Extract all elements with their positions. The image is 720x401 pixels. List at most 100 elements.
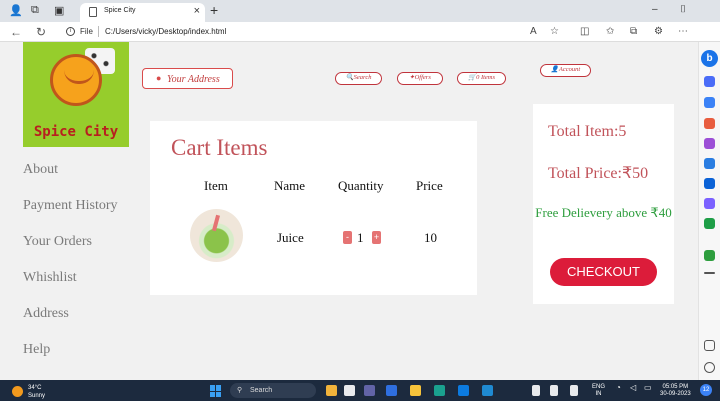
taskbar-search[interactable]: ⚲ Search (230, 383, 316, 398)
edge-browser-icon[interactable] (434, 385, 445, 396)
edge-icon[interactable] (458, 385, 469, 396)
temperature: 34°C (28, 385, 42, 391)
split-view-icon[interactable] (704, 340, 715, 351)
minimize-button[interactable]: – (652, 4, 658, 15)
language-indicator[interactable]: ENG IN (592, 384, 605, 398)
sidebar-item-whishlist[interactable]: Whishlist (23, 270, 77, 286)
clock[interactable]: 05:05 PM 30-09-2023 (660, 384, 691, 398)
refresh-icon[interactable]: ↻ (36, 25, 46, 39)
info-icon[interactable]: i (66, 27, 75, 36)
battery-icon[interactable]: ▭ (644, 384, 652, 392)
extension-icon[interactable]: ⚙ (654, 26, 663, 37)
drop-icon[interactable] (704, 218, 715, 229)
offers-label: Offers (414, 74, 431, 81)
language: ENG (592, 384, 606, 390)
column-header-item: Item (204, 178, 228, 193)
magnifier-icon: ⚲ (237, 387, 243, 394)
settings-gear-icon[interactable] (704, 362, 715, 373)
cart-panel: Cart Items Item Name Quantity Price Juic… (150, 121, 477, 295)
back-arrow-icon[interactable]: ← (10, 25, 22, 39)
region: IN (595, 391, 602, 397)
microsoft-365-icon[interactable] (704, 158, 715, 169)
date: 30-09-2023 (660, 391, 691, 397)
address-button[interactable]: ● Your Address (142, 68, 233, 89)
taskbar: 34°C Sunny ⚲ Search ENG IN ◔ ◁ ▭ 05:05 P… (0, 380, 720, 401)
address-separator (98, 26, 99, 37)
add-icon[interactable] (704, 272, 715, 274)
file-explorer-icon[interactable] (410, 385, 421, 396)
logo-mascot (50, 54, 102, 106)
logo[interactable]: Spice City (23, 42, 129, 147)
sun-icon[interactable] (12, 386, 23, 397)
order-summary: Total Item:5 Total Price:₹50 Free Deliev… (533, 104, 674, 304)
shopping-icon[interactable] (704, 97, 715, 108)
search-icon[interactable] (704, 76, 715, 87)
column-header-quantity: Quantity (338, 178, 384, 193)
outlook-icon[interactable] (704, 178, 715, 189)
profile-icon[interactable]: 👤 (9, 4, 23, 17)
edge-sidebar: b (698, 42, 720, 380)
collections-icon[interactable]: ⧉ (31, 4, 39, 17)
tree-icon[interactable] (704, 250, 715, 261)
games-icon[interactable] (704, 138, 715, 149)
new-tab-button[interactable]: + (210, 2, 218, 18)
browser-tab-bar: 👤 ⧉ ▣ Spice City × + – ⌷ (0, 0, 720, 22)
windows-start-icon[interactable] (210, 385, 222, 397)
split-screen-icon[interactable]: ◫ (580, 26, 589, 37)
collections-toolbar-icon[interactable]: ⧉ (630, 26, 637, 37)
vscode-icon[interactable] (482, 385, 493, 396)
weather-widget[interactable]: 34°C Sunny (28, 384, 45, 400)
tray-extra-icon[interactable] (550, 385, 558, 396)
wifi-icon[interactable]: ◔ (616, 384, 621, 392)
taskbar-search-label: Search (250, 387, 273, 394)
cart-title: Cart Items (171, 135, 268, 160)
designer-icon[interactable] (704, 198, 715, 209)
sidebar-item-about[interactable]: About (23, 162, 58, 178)
weather-condition: Sunny (28, 393, 46, 399)
items-label: 0 Items (476, 74, 496, 81)
address-bar: ← ↻ i File C:/Users/vicky/Desktop/index.… (0, 22, 720, 42)
juice-straw (211, 214, 221, 232)
url-text[interactable]: C:/Users/vicky/Desktop/index.html (105, 27, 226, 36)
close-tab-icon[interactable]: × (194, 5, 200, 17)
time: 05:05 PM (662, 384, 689, 390)
bing-icon[interactable]: b (701, 50, 718, 67)
volume-icon[interactable]: ◁ (630, 384, 636, 392)
tab-actions-icon[interactable]: ▣ (54, 4, 64, 17)
total-items: Total Item:5 (548, 123, 627, 140)
increase-quantity-button[interactable]: + (372, 231, 381, 244)
page-icon (89, 7, 97, 17)
logo-smile (64, 70, 94, 84)
chat-icon[interactable] (386, 385, 397, 396)
checkout-button[interactable]: CHECKOUT (550, 258, 657, 286)
decrease-quantity-button[interactable]: - (343, 231, 352, 244)
read-aloud-icon[interactable]: A (530, 26, 537, 37)
favorites-icon[interactable]: ✩ (606, 26, 614, 37)
tab-spice-city[interactable]: Spice City × (80, 3, 205, 22)
search-button[interactable]: 🔍Search (335, 72, 382, 85)
task-view-icon[interactable] (344, 385, 355, 396)
offers-button[interactable]: ✦Offers (397, 72, 443, 85)
teams-icon[interactable] (364, 385, 375, 396)
more-menu-icon[interactable]: ⋯ (678, 26, 688, 37)
sidebar-item-your-orders[interactable]: Your Orders (23, 234, 92, 250)
maximize-button[interactable]: ⌷ (680, 4, 686, 15)
juice-image (190, 209, 243, 262)
sidebar-item-payment-history[interactable]: Payment History (23, 198, 118, 214)
favorite-star-icon[interactable]: ☆ (550, 26, 559, 37)
notification-badge[interactable]: 12 (700, 384, 712, 396)
account-button[interactable]: 👤Account (540, 64, 591, 77)
address-label: Your Address (167, 74, 220, 85)
tray-vpn-icon[interactable] (570, 385, 578, 396)
tray-icon[interactable] (532, 385, 540, 396)
item-name: Juice (277, 230, 304, 245)
account-label: Account (558, 66, 581, 73)
tools-icon[interactable] (704, 118, 715, 129)
column-header-price: Price (416, 178, 443, 193)
sidebar-item-help[interactable]: Help (23, 342, 50, 358)
app-icon[interactable] (326, 385, 337, 396)
location-pin-icon: ● (156, 73, 162, 83)
brand-name: Spice City (33, 124, 119, 140)
sidebar-item-address[interactable]: Address (23, 306, 69, 322)
cart-items-button[interactable]: 🛒0 Items (457, 72, 506, 85)
